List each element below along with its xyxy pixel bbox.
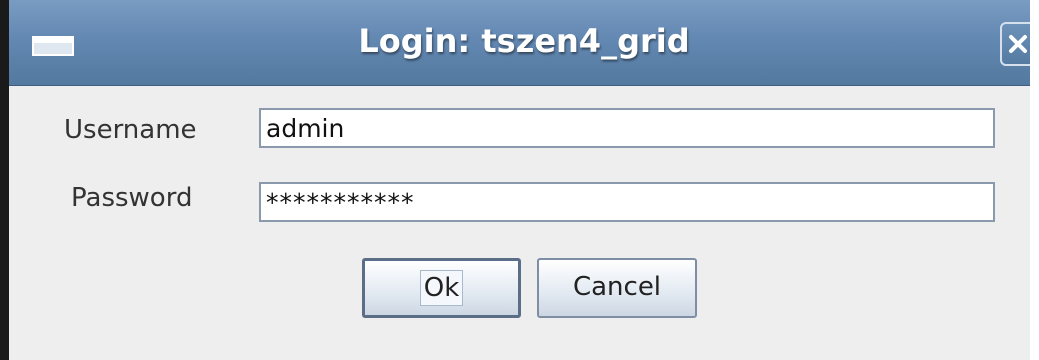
window-title: Login: tszen4_grid [358,22,690,60]
ok-button-label: Ok [419,270,464,306]
password-label: Password [71,183,193,213]
title-bar[interactable]: Login: tszen4_grid [9,0,1039,86]
login-dialog: Login: tszen4_grid Username Password Ok … [0,0,1039,360]
username-field[interactable] [259,108,995,148]
cancel-button[interactable]: Cancel [537,258,697,318]
window-edge [1030,0,1039,360]
username-label: Username [64,115,197,145]
ok-button[interactable]: Ok [362,258,521,318]
password-field[interactable] [259,182,995,222]
close-icon [1009,35,1027,53]
cancel-button-label: Cancel [572,272,662,302]
